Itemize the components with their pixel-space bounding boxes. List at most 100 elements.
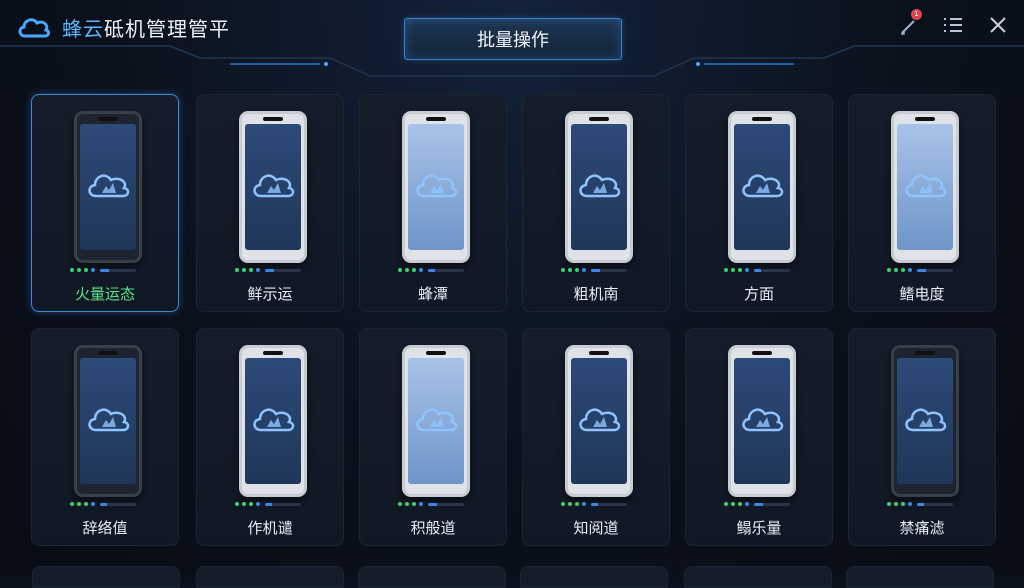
status-indicator xyxy=(398,268,464,272)
device-label: 鳍电度 xyxy=(899,285,945,303)
status-dot xyxy=(575,502,579,506)
device-card-partial xyxy=(196,566,344,588)
device-label: 积般道 xyxy=(410,519,456,537)
status-dot xyxy=(405,502,409,506)
device-label: 作机谴 xyxy=(247,519,293,537)
status-dot xyxy=(256,502,260,506)
device-card[interactable]: 辞络值 xyxy=(31,328,179,546)
cloud-app-icon xyxy=(742,408,784,432)
device-card[interactable]: 积般道 xyxy=(359,328,507,546)
device-card[interactable]: 禁痛滤 xyxy=(848,328,996,546)
device-card[interactable]: 鳎乐量 xyxy=(685,328,833,546)
status-dot xyxy=(242,502,246,506)
progress-bar xyxy=(754,502,790,506)
status-indicator xyxy=(724,268,790,272)
device-label: 鲜示运 xyxy=(247,285,293,303)
status-indicator xyxy=(887,268,953,272)
status-indicator xyxy=(561,268,627,272)
phone-notch xyxy=(915,117,935,121)
device-card[interactable]: 蜂潭 xyxy=(359,94,507,312)
status-indicator xyxy=(561,502,627,506)
status-dot xyxy=(901,268,905,272)
status-dot xyxy=(70,268,74,272)
close-button[interactable] xyxy=(985,12,1011,38)
progress-bar xyxy=(591,268,627,272)
cloud-app-icon xyxy=(905,174,947,198)
phone-screen xyxy=(80,124,136,250)
status-dot xyxy=(908,502,912,506)
phone-notch xyxy=(98,117,118,121)
device-card[interactable]: 作机谴 xyxy=(196,328,344,546)
close-icon xyxy=(990,17,1006,33)
phone-preview xyxy=(565,345,633,497)
status-dot xyxy=(249,268,253,272)
phone-screen xyxy=(571,124,627,250)
status-dot xyxy=(77,502,81,506)
status-dot xyxy=(575,268,579,272)
phone-preview xyxy=(74,345,142,497)
status-dot xyxy=(568,502,572,506)
progress-bar xyxy=(917,502,953,506)
progress-bar xyxy=(754,268,790,272)
phone-preview xyxy=(239,345,307,497)
status-dot xyxy=(582,268,586,272)
list-button[interactable] xyxy=(940,12,966,38)
phone-screen xyxy=(245,358,301,484)
device-card[interactable]: 鳍电度 xyxy=(848,94,996,312)
status-indicator xyxy=(398,502,464,506)
phone-notch xyxy=(426,117,446,121)
status-dot xyxy=(745,502,749,506)
progress-fill xyxy=(100,268,109,272)
status-indicator xyxy=(887,502,953,506)
device-card[interactable]: 鲜示运 xyxy=(196,94,344,312)
device-card-partial xyxy=(32,566,180,588)
status-dot xyxy=(894,268,898,272)
phone-preview xyxy=(728,111,796,263)
phone-screen xyxy=(245,124,301,250)
device-label: 禁痛滤 xyxy=(899,519,945,537)
notification-button[interactable]: 1 xyxy=(896,9,922,38)
progress-bar xyxy=(265,268,301,272)
status-dot xyxy=(419,268,423,272)
phone-preview xyxy=(74,111,142,263)
phone-notch xyxy=(752,117,772,121)
status-dot xyxy=(419,502,423,506)
status-dot xyxy=(256,268,260,272)
status-dot xyxy=(412,502,416,506)
status-dot xyxy=(724,502,728,506)
phone-screen xyxy=(408,358,464,484)
phone-screen xyxy=(734,124,790,250)
phone-preview xyxy=(402,111,470,263)
status-dot xyxy=(738,268,742,272)
status-dot xyxy=(731,268,735,272)
device-card[interactable]: 知阅道 xyxy=(522,328,670,546)
status-dot xyxy=(249,502,253,506)
device-label: 火量运态 xyxy=(74,285,135,303)
phone-screen xyxy=(80,358,136,484)
phone-screen xyxy=(734,358,790,484)
phone-notch xyxy=(426,351,446,355)
list-icon xyxy=(944,18,962,32)
progress-bar xyxy=(591,502,627,506)
status-dot xyxy=(887,268,891,272)
phone-notch xyxy=(589,117,609,121)
batch-operation-button[interactable]: 批量操作 xyxy=(404,18,622,60)
status-dot xyxy=(398,268,402,272)
status-dot xyxy=(724,268,728,272)
status-dot xyxy=(561,268,565,272)
phone-notch xyxy=(263,117,283,121)
progress-fill xyxy=(754,268,762,272)
device-card[interactable]: 火量运态 xyxy=(31,94,179,312)
status-dot xyxy=(405,268,409,272)
device-card[interactable]: 粗机南 xyxy=(522,94,670,312)
progress-fill xyxy=(917,268,926,272)
cloud-app-icon xyxy=(253,408,295,432)
status-dot xyxy=(412,268,416,272)
device-label: 蜂潭 xyxy=(417,285,448,303)
phone-preview xyxy=(239,111,307,263)
device-label: 粗机南 xyxy=(573,285,619,303)
notification-badge: 1 xyxy=(911,9,922,20)
status-dot xyxy=(70,502,74,506)
device-card[interactable]: 方面 xyxy=(685,94,833,312)
phone-screen xyxy=(571,358,627,484)
